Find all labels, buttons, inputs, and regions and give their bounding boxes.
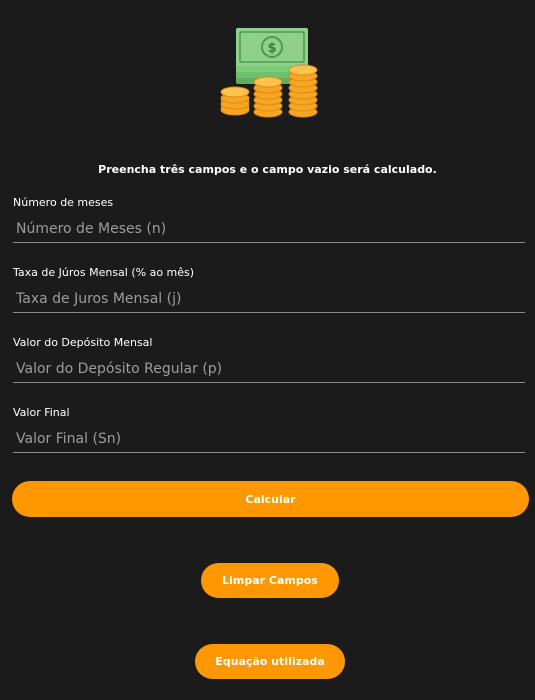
money-coins-icon: $ <box>220 28 318 118</box>
equation-used-button[interactable]: Equação utilizada <box>195 644 345 679</box>
final-value-input[interactable] <box>13 425 525 453</box>
monthly-deposit-input[interactable] <box>13 355 525 383</box>
interest-rate-input[interactable] <box>13 285 525 313</box>
months-input[interactable] <box>13 215 525 243</box>
interest-rate-label: Taxa de Júros Mensal (% ao mês) <box>13 266 195 279</box>
calculate-button[interactable]: Calcular <box>12 481 529 517</box>
months-label: Número de meses <box>13 196 114 209</box>
clear-fields-button[interactable]: Limpar Campos <box>201 563 339 598</box>
final-value-label: Valor Final <box>13 406 70 419</box>
monthly-deposit-label: Valor do Depósito Mensal <box>13 336 153 349</box>
svg-text:$: $ <box>267 41 276 56</box>
instructions-text: Preencha três campos e o campo vazio ser… <box>98 163 437 176</box>
